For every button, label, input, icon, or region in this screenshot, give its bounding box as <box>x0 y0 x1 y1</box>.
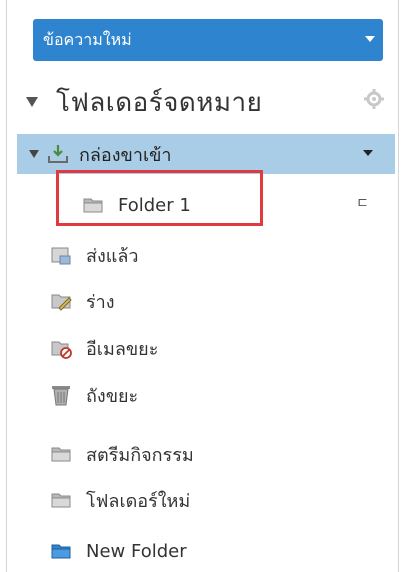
chevron-down-icon[interactable] <box>365 36 375 42</box>
expand-triangle-icon[interactable] <box>29 150 39 158</box>
trash-icon <box>52 386 70 406</box>
inbox-download-icon <box>48 145 68 163</box>
new-folder-th-label: โฟลเดอร์ใหม่ <box>86 490 191 512</box>
sent-label: ส่งแล้ว <box>86 245 139 267</box>
sidebar-item-junk[interactable]: อีเมลขยะ <box>0 328 401 368</box>
gear-icon[interactable] <box>364 89 384 109</box>
highlight-box <box>56 170 263 226</box>
new-message-label: ข้อความใหม่ <box>43 29 132 49</box>
collapse-triangle-icon[interactable] <box>26 97 38 107</box>
sidebar-item-inbox[interactable]: กล่องขาเข้า <box>17 134 395 174</box>
chevron-down-icon[interactable] <box>363 150 373 156</box>
mail-folders-title: โฟลเดอร์จดหมาย <box>56 87 263 118</box>
junk-icon <box>51 341 72 359</box>
mail-folders-header[interactable]: โฟลเดอร์จดหมาย <box>20 80 395 124</box>
sidebar-item-new-folder-th[interactable]: โฟลเดอร์ใหม่ <box>0 480 401 520</box>
junk-label: อีเมลขยะ <box>86 338 159 360</box>
drafts-pencil-icon <box>51 294 72 311</box>
sidebar-item-trash[interactable]: ถังขยะ <box>0 375 401 415</box>
sidebar-item-new-folder-en[interactable]: New Folder <box>0 531 401 571</box>
resize-handle-icon[interactable]: ㄷ <box>356 193 369 213</box>
new-message-button[interactable]: ข้อความใหม่ <box>33 19 383 61</box>
folder-icon <box>51 447 71 462</box>
trash-label: ถังขยะ <box>86 385 139 407</box>
activity-stream-label: สตรีมกิจกรรม <box>86 444 194 466</box>
drafts-label: ร่าง <box>86 291 115 313</box>
sidebar-item-activity-stream[interactable]: สตรีมกิจกรรม <box>0 434 401 474</box>
new-folder-en-label: New Folder <box>86 540 187 562</box>
folder-icon <box>51 493 71 508</box>
sidebar-item-drafts[interactable]: ร่าง <box>0 281 401 321</box>
inbox-label: กล่องขาเข้า <box>79 144 172 166</box>
sent-icon <box>51 247 71 265</box>
folder-blue-icon <box>51 544 71 559</box>
sidebar-item-sent[interactable]: ส่งแล้ว <box>0 235 401 275</box>
